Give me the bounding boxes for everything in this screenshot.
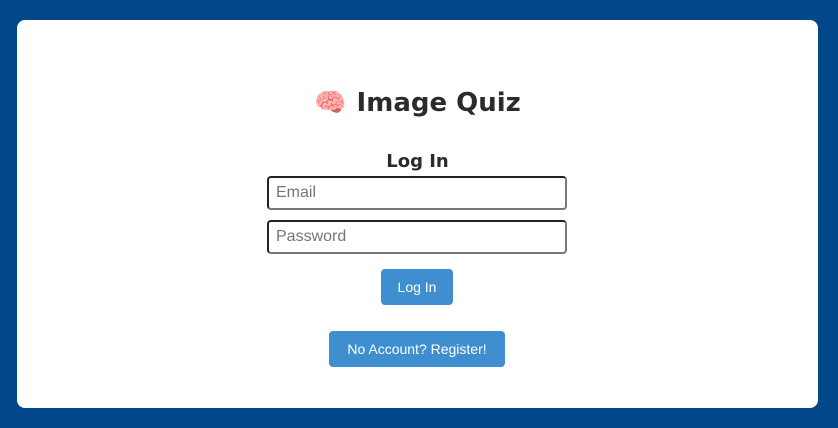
page-heading: Log In <box>386 151 449 172</box>
login-card: 🧠 Image Quiz Log In Log In No Account? Re… <box>17 20 818 408</box>
email-input[interactable] <box>267 176 567 210</box>
login-button[interactable]: Log In <box>381 269 453 305</box>
password-input[interactable] <box>267 220 567 254</box>
app-title: 🧠 Image Quiz <box>17 88 818 118</box>
app-title-text: Image Quiz <box>356 88 521 118</box>
brain-icon: 🧠 <box>314 88 347 118</box>
register-button[interactable]: No Account? Register! <box>329 331 505 367</box>
